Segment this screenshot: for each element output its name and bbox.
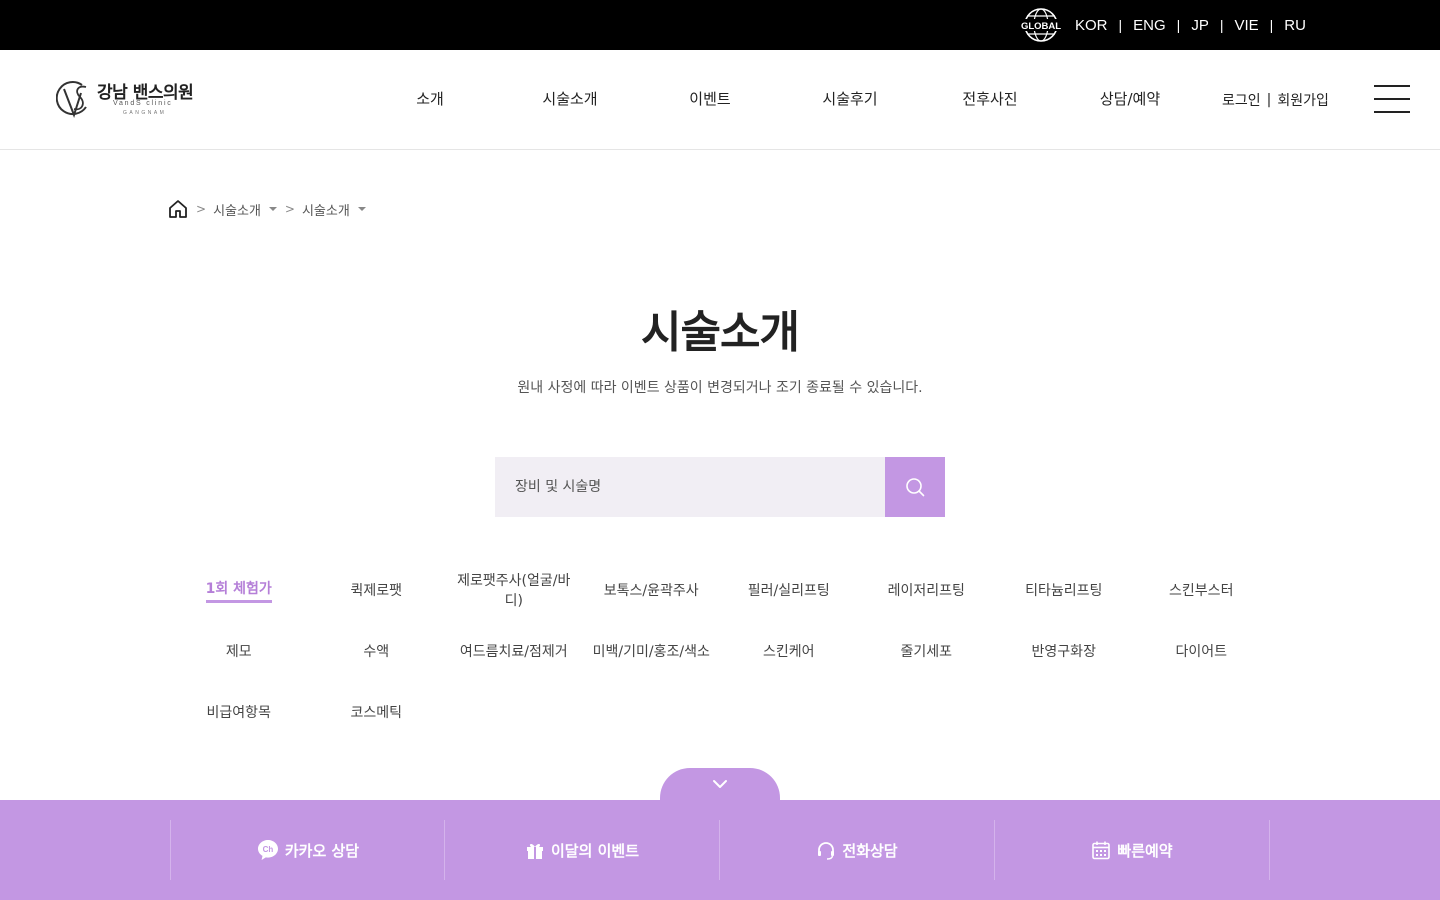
category-item[interactable]: 코스메틱 bbox=[308, 682, 446, 743]
category-label: 레이저리프팅 bbox=[887, 582, 965, 599]
headset-icon bbox=[818, 842, 835, 860]
search-button[interactable] bbox=[885, 457, 945, 517]
category-item[interactable]: 필러/실리프팅 bbox=[720, 560, 858, 621]
phone-consult-label: 전화상담 bbox=[842, 841, 898, 860]
lang-separator: | bbox=[1269, 17, 1274, 33]
category-label: 다이어트 bbox=[1175, 643, 1228, 660]
category-label: 비급여항목 bbox=[206, 704, 271, 721]
nav-events[interactable]: 이벤트 bbox=[640, 50, 780, 149]
caret-down-icon bbox=[357, 207, 366, 211]
quick-menu-divider bbox=[1269, 820, 1270, 880]
kakao-badge-text: Ch bbox=[263, 845, 274, 854]
language-bar: GLOBAL KOR | ENG | JP | VIE | RU bbox=[0, 0, 1440, 50]
lang-ru[interactable]: RU bbox=[1284, 17, 1306, 34]
site-header: 강남 밴스의원 VandS clinic GANGNAM 소개 시술소개 이벤트… bbox=[0, 50, 1440, 150]
nav-reviews[interactable]: 시술후기 bbox=[780, 50, 920, 149]
monthly-event-label: 이달의 이벤트 bbox=[550, 841, 640, 860]
page-title: 시술소개 bbox=[641, 307, 800, 358]
chevron-down-icon bbox=[713, 780, 727, 788]
logo[interactable]: 강남 밴스의원 VandS clinic GANGNAM bbox=[56, 77, 206, 121]
auth-links: 로그인 | 회원가입 bbox=[1222, 50, 1329, 149]
lang-jp[interactable]: JP bbox=[1191, 17, 1209, 34]
category-label: 여드름치료/점제거 bbox=[459, 643, 568, 660]
search-input[interactable] bbox=[495, 457, 885, 517]
category-item[interactable]: 반영구화장 bbox=[995, 621, 1133, 682]
category-label: 줄기세포 bbox=[900, 643, 953, 660]
monthly-event-button[interactable]: 이달의 이벤트 bbox=[444, 820, 719, 880]
breadcrumb-level1[interactable]: 시술소개 bbox=[213, 200, 277, 219]
breadcrumb: > 시술소개 > 시술소개 bbox=[168, 199, 366, 219]
search-form bbox=[495, 457, 945, 517]
category-item[interactable]: 보톡스/윤곽주사 bbox=[583, 560, 721, 621]
quick-reserve-label: 빠른예약 bbox=[1117, 841, 1173, 860]
category-item[interactable]: 줄기세포 bbox=[858, 621, 996, 682]
kakao-channel-icon: Ch bbox=[257, 840, 278, 860]
category-item[interactable]: 제로팻주사(얼굴/바디) bbox=[445, 560, 583, 621]
category-label: 코스메틱 bbox=[350, 704, 403, 721]
category-item[interactable]: 제모 bbox=[170, 621, 308, 682]
category-item[interactable]: 1회 체험가 bbox=[170, 560, 308, 621]
category-item[interactable]: 스킨부스터 bbox=[1133, 560, 1271, 621]
lang-separator: | bbox=[1176, 17, 1181, 33]
category-label: 보톡스/윤곽주사 bbox=[603, 582, 699, 599]
breadcrumb-level2-label: 시술소개 bbox=[301, 203, 350, 219]
lang-eng[interactable]: ENG bbox=[1133, 17, 1166, 34]
kakao-consult-label: 카카오 상담 bbox=[284, 841, 360, 860]
breadcrumb-chevron-icon: > bbox=[284, 202, 295, 216]
category-label: 티타늄리프팅 bbox=[1025, 582, 1103, 599]
logo-mark-icon bbox=[56, 81, 87, 119]
category-item[interactable]: 수액 bbox=[308, 621, 446, 682]
category-label: 제모 bbox=[225, 643, 252, 660]
category-label: 스킨부스터 bbox=[1169, 582, 1234, 599]
category-item[interactable]: 티타늄리프팅 bbox=[995, 560, 1133, 621]
category-item[interactable]: 미백/기미/홍조/색소 bbox=[583, 621, 721, 682]
logo-subtitle: VandS clinic bbox=[113, 100, 173, 107]
gift-icon bbox=[526, 843, 543, 859]
auth-separator: | bbox=[1266, 91, 1272, 108]
lang-separator: | bbox=[1118, 17, 1123, 33]
breadcrumb-level1-label: 시술소개 bbox=[213, 203, 261, 219]
category-label: 1회 체험가 bbox=[205, 579, 272, 603]
caret-down-icon bbox=[268, 207, 277, 211]
nav-procedures[interactable]: 시술소개 bbox=[500, 50, 640, 149]
home-icon[interactable] bbox=[168, 199, 188, 219]
login-link[interactable]: 로그인 bbox=[1222, 90, 1261, 110]
logo-location: GANGNAM bbox=[123, 110, 167, 116]
category-label: 필러/실리프팅 bbox=[747, 582, 830, 599]
quick-menu-bar: Ch 카카오 상담 이달의 이벤트 전화상담 빠른예약 bbox=[0, 800, 1440, 900]
breadcrumb-chevron-icon: > bbox=[196, 202, 207, 216]
category-label: 수액 bbox=[363, 643, 390, 660]
lang-vie[interactable]: VIE bbox=[1234, 17, 1258, 34]
category-label: 제로팻주사(얼굴/바디) bbox=[457, 572, 571, 609]
menu-icon[interactable] bbox=[1374, 85, 1410, 115]
category-label: 스킨케어 bbox=[762, 643, 815, 660]
lang-kor[interactable]: KOR bbox=[1075, 17, 1108, 34]
category-item[interactable]: 다이어트 bbox=[1133, 621, 1271, 682]
search-icon bbox=[906, 478, 925, 497]
nav-intro[interactable]: 소개 bbox=[360, 50, 500, 149]
language-list: KOR | ENG | JP | VIE | RU bbox=[1075, 0, 1306, 50]
quick-reserve-button[interactable]: 빠른예약 bbox=[994, 820, 1269, 880]
category-item[interactable]: 스킨케어 bbox=[720, 621, 858, 682]
category-item[interactable]: 여드름치료/점제거 bbox=[445, 621, 583, 682]
signup-link[interactable]: 회원가입 bbox=[1277, 90, 1329, 110]
nav-consult-reserve[interactable]: 상담/예약 bbox=[1060, 50, 1200, 149]
category-label: 반영구화장 bbox=[1031, 643, 1096, 660]
kakao-consult-button[interactable]: Ch 카카오 상담 bbox=[170, 820, 445, 880]
global-icon[interactable]: GLOBAL bbox=[1021, 7, 1061, 43]
category-item[interactable]: 퀵제로팻 bbox=[308, 560, 446, 621]
page-description: 원내 사정에 따라 이벤트 상품이 변경되거나 조기 종료될 수 있습니다. bbox=[517, 380, 923, 396]
breadcrumb-level2[interactable]: 시술소개 bbox=[302, 200, 366, 219]
category-list: 1회 체험가 퀵제로팻 제로팻주사(얼굴/바디) 보톡스/윤곽주사 필러/실리프… bbox=[170, 560, 1270, 743]
lang-separator: | bbox=[1219, 17, 1224, 33]
nav-before-after[interactable]: 전후사진 bbox=[920, 50, 1060, 149]
calendar-icon bbox=[1092, 841, 1111, 860]
category-item[interactable]: 비급여항목 bbox=[170, 682, 308, 743]
category-label: 퀵제로팻 bbox=[350, 582, 403, 599]
phone-consult-button[interactable]: 전화상담 bbox=[719, 820, 994, 880]
category-label: 미백/기미/홍조/색소 bbox=[592, 643, 710, 660]
global-label: GLOBAL bbox=[1021, 21, 1061, 32]
category-item[interactable]: 레이저리프팅 bbox=[858, 560, 996, 621]
